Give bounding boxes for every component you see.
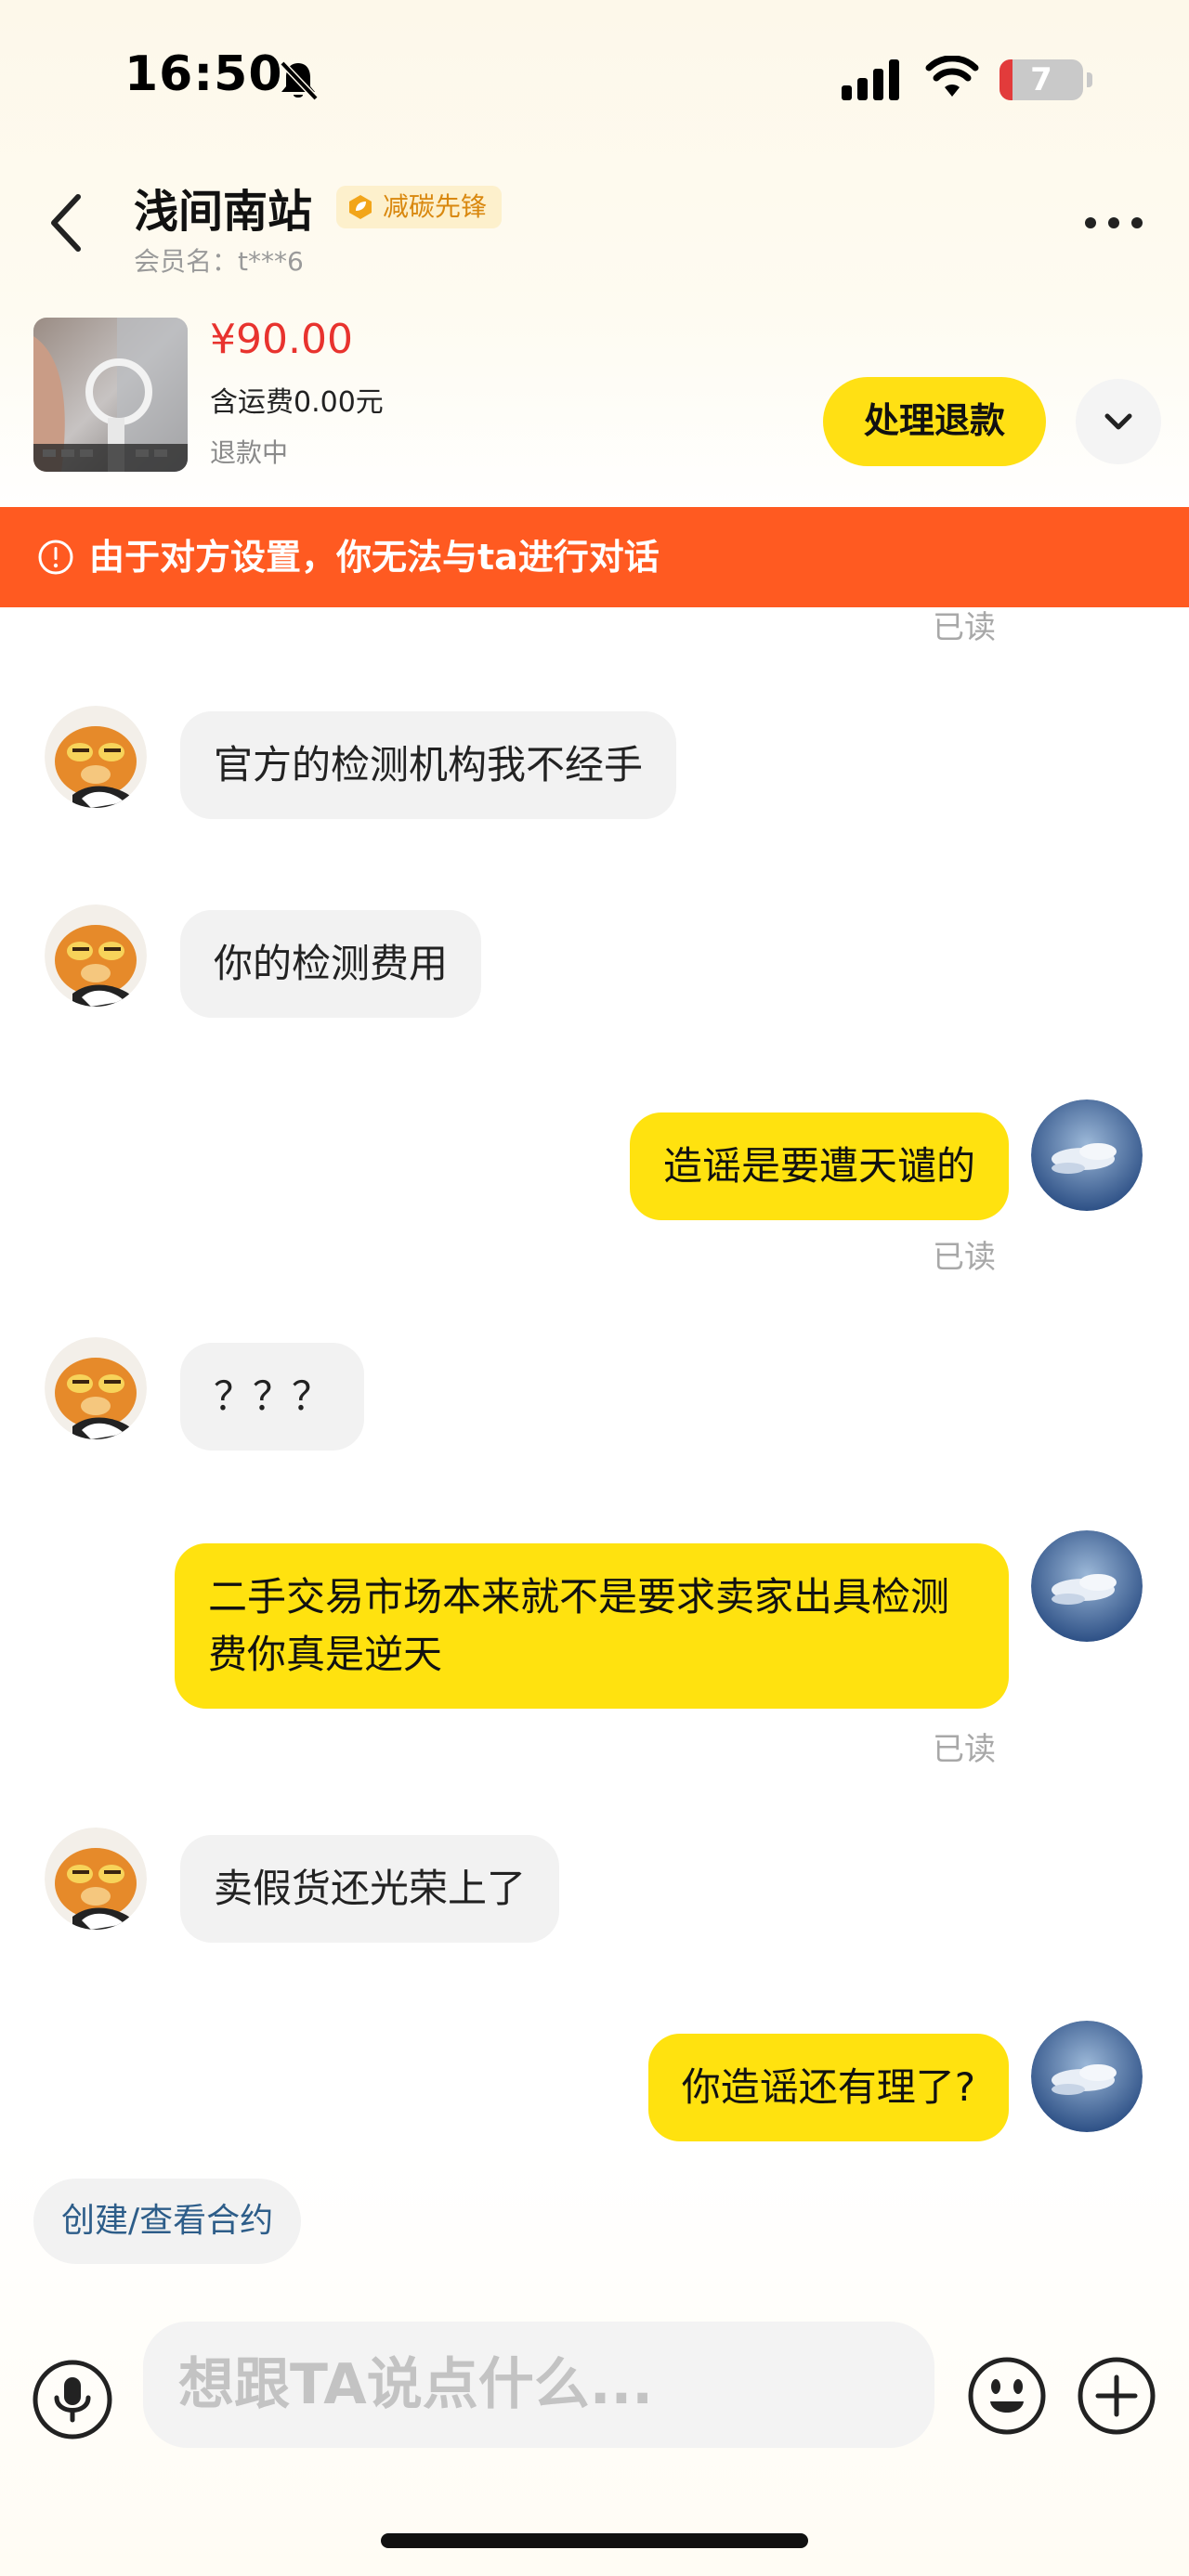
battery-cap xyxy=(1087,72,1092,87)
eco-badge: 减碳先锋 xyxy=(336,186,503,228)
shipping-fee: 含运费0.00元 xyxy=(210,386,384,419)
plus-button[interactable] xyxy=(1076,2355,1157,2437)
more-dot xyxy=(1085,217,1096,228)
member-name: 会员名：t***6 xyxy=(134,246,304,277)
emoji-button[interactable] xyxy=(966,2355,1048,2437)
process-refund-button[interactable]: 处理退款 xyxy=(823,377,1046,466)
order-status: 退款中 xyxy=(210,437,289,468)
user-avatar[interactable] xyxy=(1031,1530,1143,1642)
product-price: ¥90.00 xyxy=(210,316,353,363)
message-bubble-outgoing[interactable]: 造谣是要遭天谴的 xyxy=(629,1112,1009,1220)
more-dot xyxy=(1131,217,1143,228)
warning-text: 由于对方设置，你无法与ta进行对话 xyxy=(89,537,660,578)
warning-banner: 由于对方设置，你无法与ta进行对话 xyxy=(0,507,1189,607)
more-options-button[interactable] xyxy=(1081,202,1146,243)
user-avatar[interactable] xyxy=(1031,1099,1143,1211)
read-receipt: 已读 xyxy=(933,1239,996,1276)
seller-avatar[interactable] xyxy=(45,1828,147,1930)
signal-icon xyxy=(842,59,899,100)
bell-off-icon xyxy=(280,60,319,101)
battery-icon: 7 xyxy=(1000,59,1092,100)
message-bubble-incoming[interactable]: 你的检测费用 xyxy=(180,910,482,1018)
more-dot xyxy=(1108,217,1119,228)
home-indicator[interactable] xyxy=(381,2533,808,2548)
message-bubble-incoming[interactable]: 官方的检测机构我不经手 xyxy=(180,711,677,819)
status-time: 16:50 xyxy=(124,46,283,102)
read-receipt: 已读 xyxy=(933,1731,996,1768)
seller-avatar[interactable] xyxy=(45,706,147,808)
eco-badge-label: 减碳先锋 xyxy=(383,191,488,222)
message-input[interactable] xyxy=(143,2322,934,2448)
message-bubble-incoming[interactable]: ？？？ xyxy=(180,1343,365,1451)
message-bubble-outgoing[interactable]: 二手交易市场本来就不是要求卖家出具检测费你真是逆天 xyxy=(175,1543,1009,1709)
battery-level: 7 xyxy=(1030,61,1052,98)
read-receipt: 已读 xyxy=(933,609,996,646)
hexagon-leaf-icon xyxy=(349,195,372,219)
seller-avatar[interactable] xyxy=(45,1337,147,1439)
alert-circle-icon xyxy=(38,540,73,575)
user-avatar[interactable] xyxy=(1031,2021,1143,2132)
back-button[interactable] xyxy=(41,186,97,260)
message-bubble-outgoing[interactable]: 你造谣还有理了? xyxy=(647,2034,1009,2141)
seller-avatar[interactable] xyxy=(45,904,147,1007)
expand-button[interactable] xyxy=(1076,379,1161,464)
microphone-button[interactable] xyxy=(30,2357,115,2442)
product-thumbnail[interactable] xyxy=(33,318,188,472)
chevron-down-icon xyxy=(1104,413,1132,430)
wifi-icon xyxy=(925,56,979,97)
message-bubble-incoming[interactable]: 卖假货还光荣上了 xyxy=(180,1835,560,1943)
status-bar: 16:50 7 xyxy=(0,0,1189,158)
shop-name[interactable]: 浅间南站 xyxy=(134,175,312,240)
contract-chip[interactable]: 创建/查看合约 xyxy=(33,2179,302,2264)
